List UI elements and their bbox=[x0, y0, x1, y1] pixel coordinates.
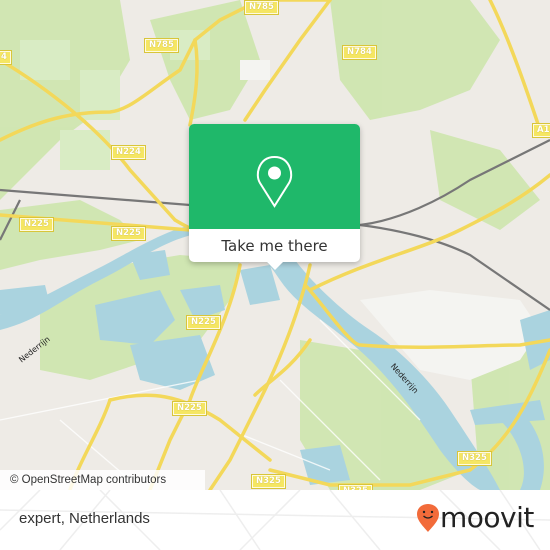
popup-header[interactable] bbox=[189, 124, 360, 229]
road-label-n325: N325 bbox=[457, 451, 492, 466]
map-pin-icon bbox=[256, 155, 293, 208]
road-label-n225: N225 bbox=[186, 315, 221, 330]
road-label-n225: N225 bbox=[172, 401, 207, 416]
road-label-n785: N785 bbox=[244, 0, 279, 15]
road-label-a1: A1 bbox=[532, 123, 550, 138]
take-me-there-button[interactable]: Take me there bbox=[189, 229, 360, 262]
footer: expert, Netherlands moovit bbox=[0, 490, 550, 550]
road-label-n784: N784 bbox=[342, 45, 377, 60]
moovit-logo[interactable]: moovit bbox=[416, 503, 534, 533]
map-attribution[interactable]: © OpenStreetMap contributors bbox=[0, 470, 205, 490]
road-label-n325: N325 bbox=[251, 474, 286, 489]
road-label-n224: N224 bbox=[111, 145, 146, 160]
road-label-n225: N225 bbox=[111, 226, 146, 241]
moovit-wordmark: moovit bbox=[440, 501, 534, 534]
road-label-n785: N785 bbox=[144, 38, 179, 53]
moovit-pin-icon bbox=[417, 504, 439, 532]
popup-tail bbox=[267, 262, 283, 270]
place-name: expert, Netherlands bbox=[19, 510, 150, 527]
directions-popup[interactable]: Take me there bbox=[189, 124, 360, 270]
road-label-n224-edge: 4 bbox=[0, 50, 12, 65]
road-label-n225: N225 bbox=[19, 217, 54, 232]
